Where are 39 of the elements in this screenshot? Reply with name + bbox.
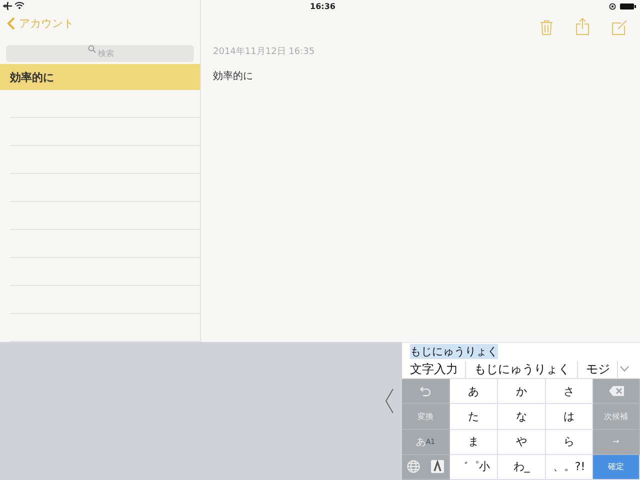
airplane-icon <box>3 2 12 10</box>
key[interactable]: ら <box>546 430 593 455</box>
keyboard-switch-icon[interactable] <box>430 460 444 474</box>
compose-icon[interactable] <box>612 20 628 35</box>
undo-icon <box>420 386 431 397</box>
key[interactable]: は <box>546 404 593 430</box>
globe-icon[interactable] <box>407 460 420 474</box>
undo-key[interactable] <box>402 379 450 404</box>
composing-text: もじにゅうりょく <box>410 344 498 359</box>
chevron-left-icon[interactable] <box>385 388 394 414</box>
key[interactable]: あ <box>450 379 498 404</box>
candidate-item[interactable]: モジ <box>578 360 618 378</box>
search-field[interactable]: 検索 <box>6 45 194 62</box>
note-date: 2014年11月12日 16:35 <box>213 46 316 58</box>
key[interactable]: か <box>498 379 546 404</box>
key[interactable]: ま <box>450 430 498 455</box>
key[interactable]: な <box>498 404 546 430</box>
wifi-icon <box>15 2 24 10</box>
kana-label: あ <box>416 436 426 449</box>
share-icon[interactable] <box>576 18 589 35</box>
trash-icon[interactable] <box>540 20 553 35</box>
chevron-down-icon[interactable] <box>620 366 629 372</box>
candidate-item[interactable]: もじにゅうりょく <box>466 360 578 378</box>
key[interactable]: ゛゜小 <box>450 454 498 480</box>
key[interactable]: や <box>498 430 546 455</box>
note-list-item[interactable]: 効率的に <box>0 64 200 90</box>
candidate-item[interactable]: 文字入力 <box>402 360 466 378</box>
chevron-left-icon <box>7 17 15 30</box>
search-icon <box>88 45 96 54</box>
note-body: 効率的に <box>213 70 254 83</box>
battery-icon <box>620 2 636 10</box>
delete-icon <box>608 386 624 396</box>
delete-key[interactable] <box>593 379 640 404</box>
key[interactable]: た <box>450 404 498 430</box>
key[interactable]: 、。?! <box>546 454 593 480</box>
key[interactable]: さ <box>546 379 593 404</box>
lock-rotation-icon <box>609 2 616 10</box>
status-time: 16:36 <box>310 2 336 10</box>
key[interactable]: わ_ <box>498 454 546 480</box>
